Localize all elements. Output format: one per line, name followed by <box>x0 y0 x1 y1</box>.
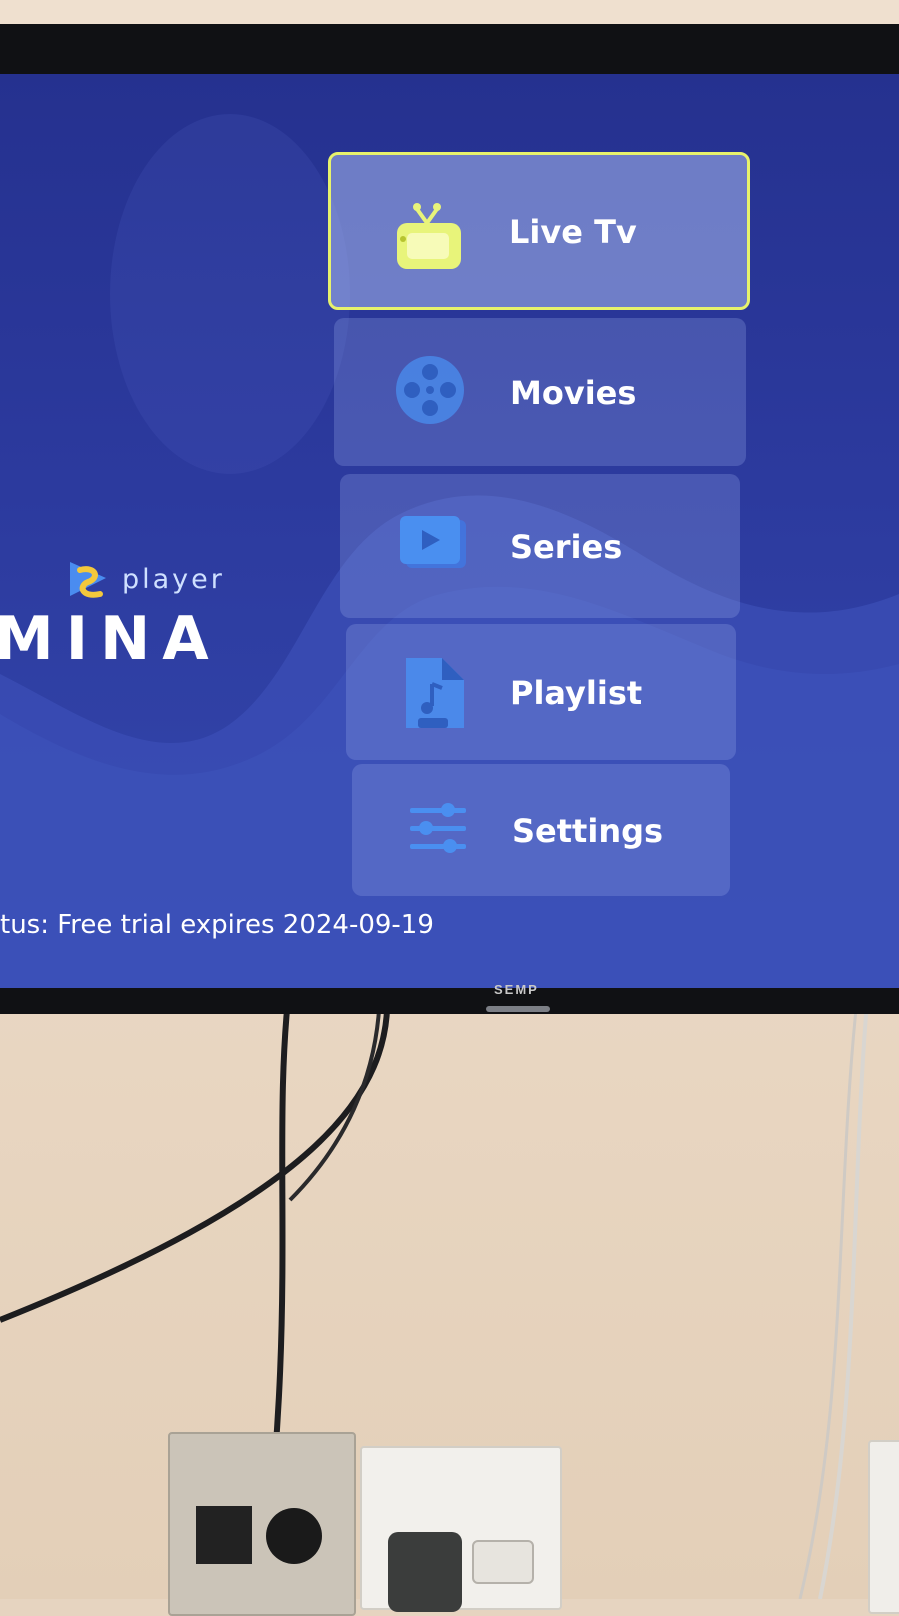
menu-label-series: Series <box>510 528 623 566</box>
app-logo-icon <box>70 562 106 598</box>
tv-frame: player MINA Live Tv Movies Series Playli… <box>0 24 899 1014</box>
sliders-icon <box>410 803 466 853</box>
brand-player-text: player <box>122 564 225 595</box>
tv-icon <box>397 203 461 269</box>
menu-item-live-tv[interactable]: Live Tv <box>328 152 750 310</box>
tv-brand-label: SEMP <box>494 982 539 997</box>
film-reel-icon <box>396 356 464 424</box>
wall-outlet-far-right <box>868 1440 899 1614</box>
menu-label-live-tv: Live Tv <box>509 213 637 251</box>
power-adapter <box>388 1532 462 1612</box>
menu-item-playlist[interactable]: Playlist <box>346 624 736 760</box>
menu-item-movies[interactable]: Movies <box>334 318 746 466</box>
status-text: tus: Free trial expires 2024-09-19 <box>0 910 434 940</box>
menu-item-settings[interactable]: Settings <box>352 764 730 896</box>
wall-outlet-left <box>168 1432 356 1616</box>
app-brand: player MINA <box>0 552 260 692</box>
brand-name-text: MINA <box>0 604 221 674</box>
outlet-socket <box>472 1540 534 1584</box>
outlet-switch <box>196 1506 252 1564</box>
wall-outlet-right <box>360 1446 562 1612</box>
tv-screen: player MINA Live Tv Movies Series Playli… <box>0 74 899 988</box>
menu-item-series[interactable]: Series <box>340 474 740 618</box>
menu-label-playlist: Playlist <box>510 674 643 712</box>
menu-label-movies: Movies <box>510 374 637 412</box>
music-file-icon <box>406 658 464 728</box>
outlet-socket <box>266 1508 322 1564</box>
tv-indicator <box>486 1006 550 1012</box>
menu-label-settings: Settings <box>512 812 664 850</box>
play-stack-icon <box>400 516 466 568</box>
